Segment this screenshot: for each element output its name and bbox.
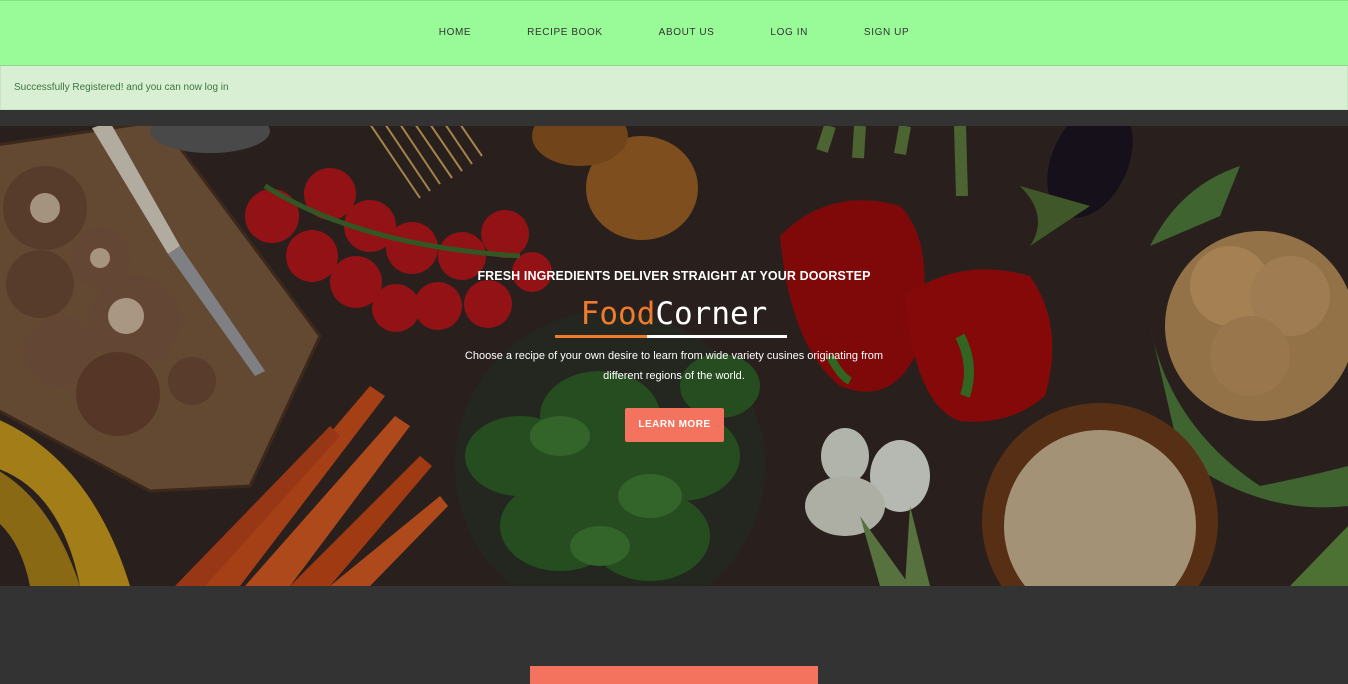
nav-sign-up[interactable]: SIGN UP: [864, 27, 909, 39]
logo-underline-white: [647, 335, 787, 338]
top-navbar: HOME RECIPE BOOK ABOUT US LOG IN SIGN UP: [0, 0, 1348, 66]
logo-corner-text: Corner: [655, 296, 768, 332]
hero-banner: FRESH INGREDIENTS DELIVER STRAIGHT AT YO…: [0, 126, 1348, 586]
nav-recipe-book[interactable]: RECIPE BOOK: [527, 27, 603, 39]
learn-more-button[interactable]: LEARN MORE: [625, 408, 724, 442]
success-alert: Successfully Registered! and you can now…: [0, 66, 1348, 110]
content-section: [0, 586, 1348, 684]
logo-food-text: Food: [580, 296, 656, 332]
nav-about-us[interactable]: ABOUT US: [659, 27, 715, 39]
hero-kicker: FRESH INGREDIENTS DELIVER STRAIGHT AT YO…: [477, 269, 871, 283]
section-heading-box: [530, 666, 818, 684]
nav-links: HOME RECIPE BOOK ABOUT US LOG IN SIGN UP: [0, 1, 1348, 65]
foodcorner-logo: FoodCorner: [0, 296, 1348, 332]
hero-description: Choose a recipe of your own desire to le…: [464, 350, 884, 382]
nav-log-in[interactable]: LOG IN: [770, 27, 808, 39]
nav-home[interactable]: HOME: [439, 27, 471, 39]
logo-underline-orange: [555, 335, 647, 338]
alert-message: Successfully Registered! and you can now…: [14, 82, 229, 93]
